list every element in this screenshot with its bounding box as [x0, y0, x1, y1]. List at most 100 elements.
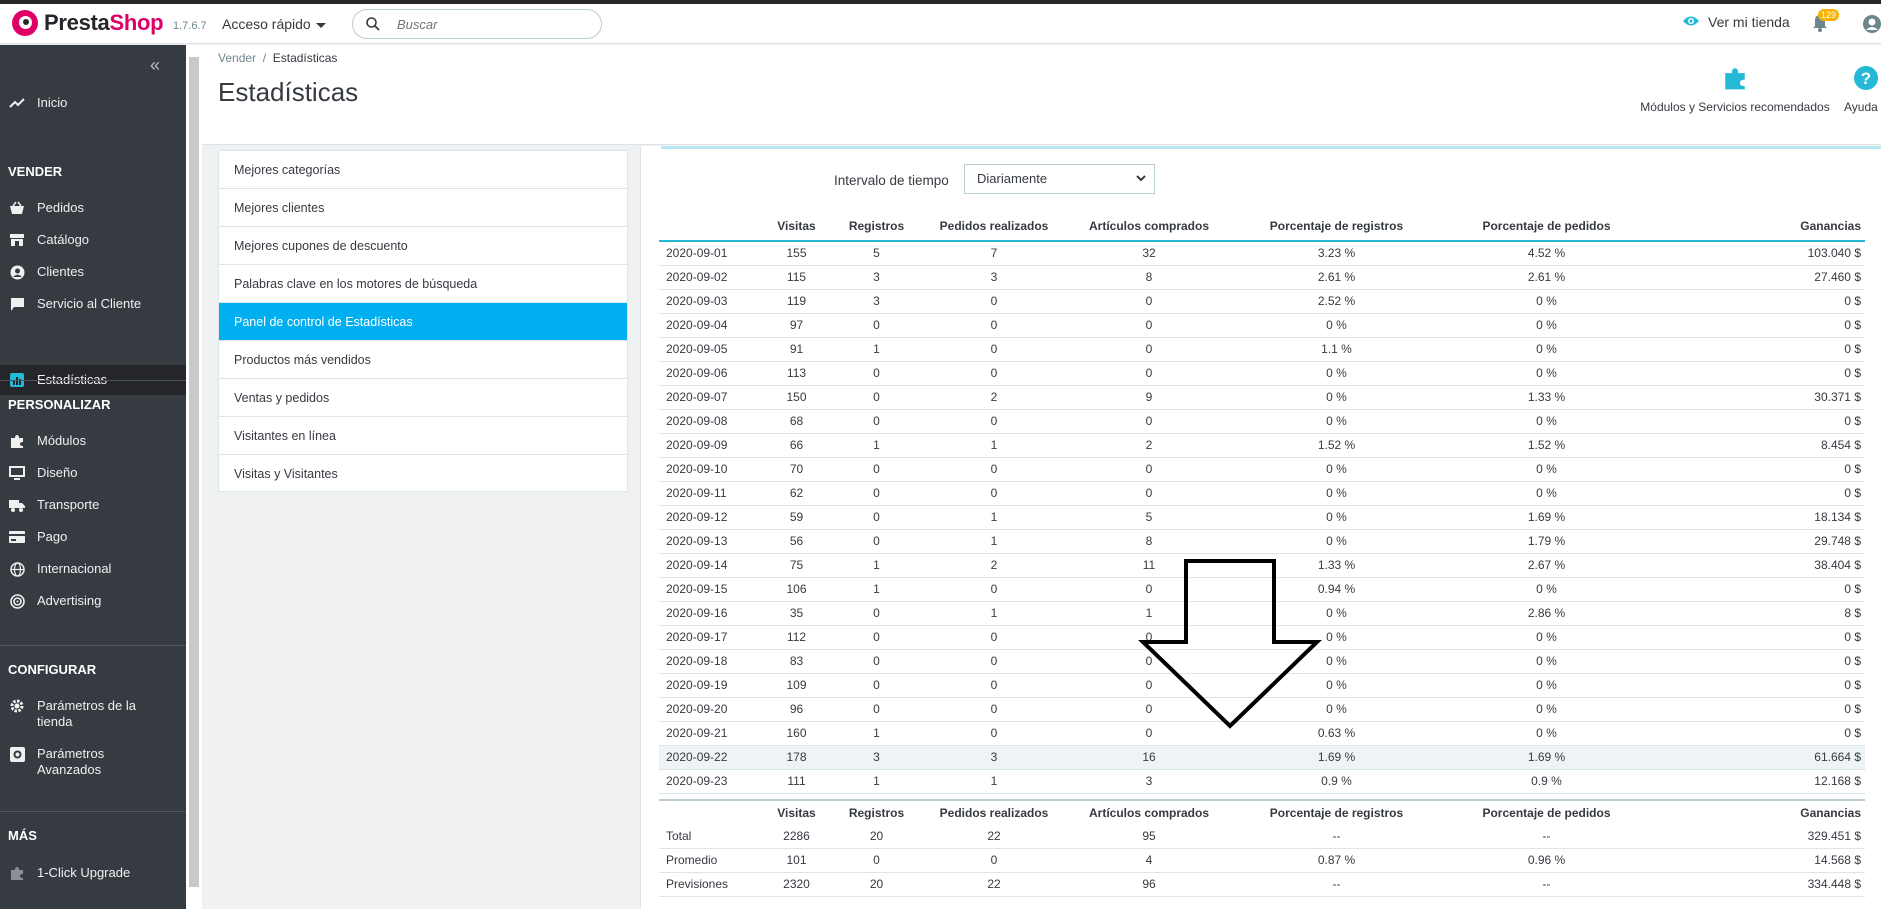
quick-access-dropdown[interactable]: Acceso rápido — [222, 16, 326, 32]
sidebar-item-design[interactable]: Diseño — [0, 465, 186, 481]
chevron-down-icon — [1136, 175, 1146, 182]
table-cell: 0 — [919, 313, 1069, 338]
stats-menu-item-sales-orders[interactable]: Ventas y pedidos — [219, 379, 627, 417]
table-cell: 0 — [834, 601, 919, 626]
table-cell: 97 — [759, 313, 834, 338]
column-header: Porcentaje de registros — [1229, 212, 1444, 242]
table-cell: 0 % — [1229, 385, 1444, 410]
recommended-modules-button[interactable]: Módulos y Servicios recomendados — [1635, 65, 1835, 114]
table-cell: 0 % — [1444, 481, 1649, 506]
stats-menu-item-visits-visitors[interactable]: Visitas y Visitantes — [219, 455, 627, 493]
quick-access-label: Acceso rápido — [222, 16, 311, 32]
table-cell: 2020-09-13 — [659, 529, 759, 554]
help-button[interactable]: ? Ayuda — [1844, 65, 1881, 114]
table-cell: -- — [1444, 872, 1649, 897]
stats-menu-item-online-visitors[interactable]: Visitantes en línea — [219, 417, 627, 455]
column-header: Artículos comprados — [1069, 212, 1229, 242]
sidebar-item-home[interactable]: Inicio — [0, 95, 186, 111]
svg-text:?: ? — [1861, 69, 1871, 88]
sidebar-item-1-click-upgrade[interactable]: 1-Click Upgrade — [0, 865, 186, 881]
table-cell: 5 — [834, 241, 919, 266]
search-box[interactable] — [352, 9, 602, 39]
table-cell: 0 — [919, 649, 1069, 674]
column-header: Artículos comprados — [1069, 799, 1229, 824]
table-cell: 0 % — [1444, 457, 1649, 482]
table-cell: 103.040 $ — [1649, 241, 1865, 266]
table-cell: 1 — [834, 433, 919, 458]
sidebar-item-shop-parameters[interactable]: Parámetros de la tienda — [0, 698, 186, 730]
page-header: Vender / Estadísticas Estadísticas Módul… — [202, 45, 1881, 145]
table-cell: 2020-09-15 — [659, 577, 759, 602]
table-cell: 0 % — [1229, 505, 1444, 530]
notifications-badge: 129 — [1818, 9, 1840, 21]
table-cell: 0 $ — [1649, 697, 1865, 722]
table-cell: 2 — [1069, 433, 1229, 458]
stats-menu-item-search-keywords[interactable]: Palabras clave en los motores de búsqued… — [219, 265, 627, 303]
table-cell: 0 % — [1444, 313, 1649, 338]
table-cell: 0 — [919, 481, 1069, 506]
table-cell: 0 — [834, 697, 919, 722]
user-account-button[interactable] — [1862, 14, 1881, 39]
notifications-button[interactable]: 129 — [1812, 9, 1840, 37]
table-cell: 0 — [1069, 481, 1229, 506]
sidebar-item-international[interactable]: Internacional — [0, 561, 186, 577]
table-cell: 1.1 % — [1229, 337, 1444, 362]
table-cell: 1 — [919, 769, 1069, 794]
table-cell: 0 $ — [1649, 625, 1865, 650]
sidebar-item-customer-service[interactable]: Servicio al Cliente — [0, 296, 186, 312]
table-cell: 0 % — [1229, 481, 1444, 506]
table-row: 2020-09-13 56 0 1 8 0 % 1.79 % 29.748 $ — [659, 529, 1865, 554]
table-cell: 0 $ — [1649, 409, 1865, 434]
table-cell: 1.69 % — [1229, 745, 1444, 770]
sidebar-item-shipping[interactable]: Transporte — [0, 497, 186, 513]
stats-menu-item-dashboard[interactable]: Panel de control de Estadísticas — [219, 303, 627, 341]
table-cell: 0 — [834, 505, 919, 530]
sidebar-item-advanced-parameters[interactable]: Parámetros Avanzados — [0, 746, 186, 778]
sidebar-item-catalog[interactable]: Catálogo — [0, 232, 186, 248]
sidebar-scrollbar-thumb[interactable] — [189, 57, 199, 887]
table-cell: 96 — [759, 697, 834, 722]
table-row: 2020-09-12 59 0 1 5 0 % 1.69 % 18.134 $ — [659, 505, 1865, 530]
time-interval-value: Diariamente — [977, 171, 1048, 186]
table-cell: 1 — [834, 721, 919, 746]
table-cell: Promedio — [659, 848, 759, 873]
sidebar-item-modules[interactable]: Módulos — [0, 433, 186, 449]
stats-menu-item-best-vouchers[interactable]: Mejores cupones de descuento — [219, 227, 627, 265]
table-cell: 0 % — [1444, 673, 1649, 698]
search-input[interactable] — [397, 15, 587, 33]
table-cell: 0 % — [1444, 577, 1649, 602]
time-interval-select[interactable]: Diariamente — [964, 164, 1155, 194]
puffin-logo-icon — [12, 10, 38, 36]
table-cell: 2020-09-07 — [659, 385, 759, 410]
top-bar: PrestaShop 1.7.6.7 Acceso rápido Ver mi … — [0, 4, 1881, 44]
stats-menu-item-best-categories[interactable]: Mejores categorías — [219, 151, 627, 189]
table-cell: 106 — [759, 577, 834, 602]
sidebar-item-customers[interactable]: Clientes — [0, 264, 186, 280]
table-cell: 0 $ — [1649, 577, 1865, 602]
table-cell: -- — [1444, 824, 1649, 849]
table-cell: 2020-09-06 — [659, 361, 759, 386]
stats-menu-item-best-customers[interactable]: Mejores clientes — [219, 189, 627, 227]
table-cell: 35 — [759, 601, 834, 626]
gear-icon — [9, 698, 25, 714]
prestashop-logo[interactable]: PrestaShop — [12, 10, 164, 36]
caret-down-icon — [315, 22, 326, 28]
table-cell: 22 — [919, 824, 1069, 849]
sidebar-item-advertising[interactable]: Advertising — [0, 593, 186, 609]
view-store-link[interactable]: Ver mi tienda — [1682, 14, 1790, 30]
sidebar-scrollbar[interactable] — [186, 45, 202, 909]
stats-modules-menu: Mejores categorías Mejores clientes Mejo… — [218, 150, 628, 492]
sidebar-item-orders[interactable]: Pedidos — [0, 200, 186, 216]
globe-icon — [9, 561, 25, 577]
table-cell: 0 — [919, 457, 1069, 482]
table-row: 2020-09-01 155 5 7 32 3.23 % 4.52 % 103.040 $ — [659, 241, 1865, 266]
table-cell: 96 — [1069, 872, 1229, 897]
collapse-sidebar-icon[interactable]: « — [150, 55, 160, 76]
breadcrumb-parent[interactable]: Vender — [218, 51, 256, 65]
settings-box-icon — [9, 746, 25, 762]
search-icon[interactable] — [366, 17, 380, 36]
table-cell: 2020-09-17 — [659, 625, 759, 650]
sidebar-item-payment[interactable]: Pago — [0, 529, 186, 545]
table-cell: 334.448 $ — [1649, 872, 1865, 897]
stats-menu-item-best-sellers[interactable]: Productos más vendidos — [219, 341, 627, 379]
